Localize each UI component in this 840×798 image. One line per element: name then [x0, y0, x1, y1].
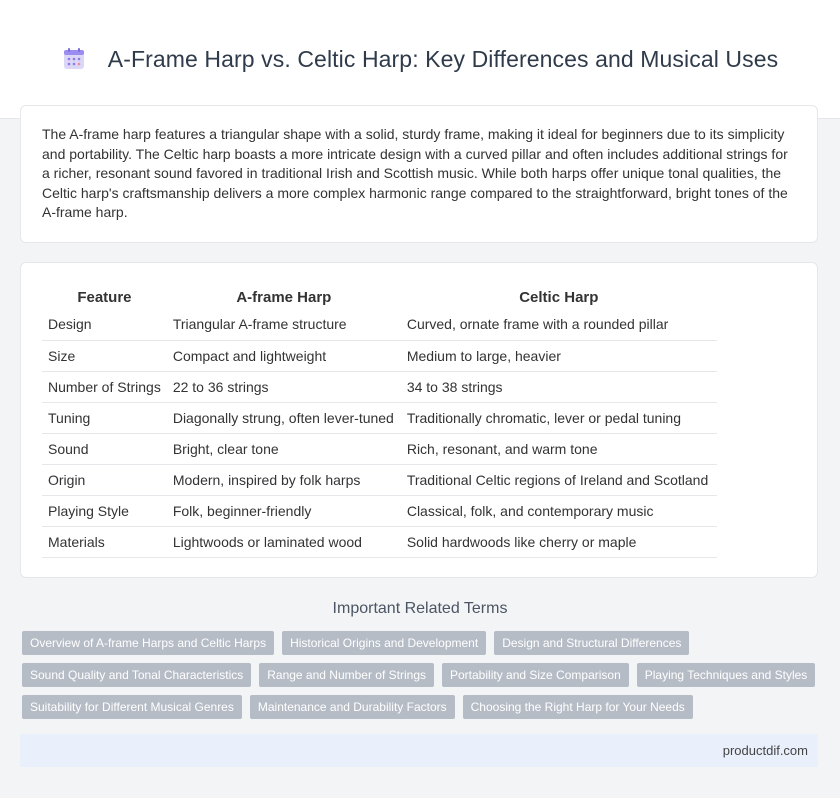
related-terms-row: Overview of A-frame Harps and Celtic Har…: [22, 631, 822, 655]
calendar-icon: [62, 47, 86, 71]
celtic-cell: Classical, folk, and contemporary music: [400, 495, 717, 527]
related-term-tag[interactable]: Design and Structural Differences: [494, 631, 690, 655]
celtic-cell: Solid hardwoods like cherry or maple: [400, 526, 717, 558]
table-row: Sound Bright, clear tone Rich, resonant,…: [42, 433, 717, 465]
related-terms-title: Important Related Terms: [332, 600, 508, 617]
table-row: Origin Modern, inspired by folk harps Tr…: [42, 464, 717, 496]
related-term-tag[interactable]: Portability and Size Comparison: [442, 663, 629, 687]
a-frame-cell: Lightwoods or laminated wood: [166, 526, 401, 558]
celtic-cell: Medium to large, heavier: [400, 340, 717, 372]
celtic-cell: Curved, ornate frame with a rounded pill…: [400, 309, 717, 341]
comparison-card: Feature A-frame Harp Celtic Harp Design …: [20, 262, 818, 578]
feature-cell: Materials: [42, 526, 167, 558]
table-row: Tuning Diagonally strung, often lever-tu…: [42, 402, 717, 434]
comparison-table: Feature A-frame Harp Celtic Harp Design …: [42, 285, 717, 558]
page-title: A-Frame Harp vs. Celtic Harp: Key Differ…: [107, 45, 779, 72]
celtic-cell: 34 to 38 strings: [400, 371, 717, 403]
related-term-tag[interactable]: Choosing the Right Harp for Your Needs: [462, 695, 693, 719]
table-row: Playing Style Folk, beginner-friendly Cl…: [42, 495, 717, 527]
intro-text: The A-frame harp features a triangular s…: [42, 126, 788, 221]
feature-cell: Sound: [42, 433, 167, 465]
column-header-feature: Feature: [77, 288, 132, 306]
celtic-cell: Traditional Celtic regions of Ireland an…: [400, 464, 717, 496]
a-frame-cell: Triangular A-frame structure: [166, 309, 401, 341]
feature-cell: Design: [42, 309, 167, 341]
table-row: Size Compact and lightweight Medium to l…: [42, 340, 717, 372]
column-header-celtic: Celtic Harp: [519, 288, 599, 306]
table-header-row: Feature A-frame Harp Celtic Harp: [42, 285, 717, 309]
intro-card: The A-frame harp features a triangular s…: [20, 105, 818, 243]
feature-cell: Number of Strings: [42, 371, 167, 403]
footer-site-link[interactable]: productdif.com: [723, 743, 808, 758]
feature-cell: Tuning: [42, 402, 167, 434]
related-terms-row: Sound Quality and Tonal Characteristics …: [22, 663, 822, 687]
page-footer: productdif.com: [20, 734, 818, 767]
related-term-tag[interactable]: Sound Quality and Tonal Characteristics: [22, 663, 252, 687]
feature-cell: Size: [42, 340, 167, 372]
related-term-tag[interactable]: Range and Number of Strings: [259, 663, 434, 687]
feature-cell: Playing Style: [42, 495, 167, 527]
related-terms-row: Suitability for Different Musical Genres…: [22, 695, 822, 719]
a-frame-cell: Folk, beginner-friendly: [166, 495, 401, 527]
a-frame-cell: Modern, inspired by folk harps: [166, 464, 401, 496]
related-term-tag[interactable]: Historical Origins and Development: [282, 631, 487, 655]
feature-cell: Origin: [42, 464, 167, 496]
a-frame-cell: 22 to 36 strings: [166, 371, 401, 403]
celtic-cell: Rich, resonant, and warm tone: [400, 433, 717, 465]
related-term-tag[interactable]: Suitability for Different Musical Genres: [22, 695, 242, 719]
table-row: Number of Strings 22 to 36 strings 34 to…: [42, 371, 717, 403]
a-frame-cell: Diagonally strung, often lever-tuned: [166, 402, 401, 434]
table-row: Design Triangular A-frame structure Curv…: [42, 309, 717, 341]
related-term-tag[interactable]: Overview of A-frame Harps and Celtic Har…: [22, 631, 275, 655]
a-frame-cell: Bright, clear tone: [166, 433, 401, 465]
related-term-tag[interactable]: Playing Techniques and Styles: [636, 663, 816, 687]
a-frame-cell: Compact and lightweight: [166, 340, 401, 372]
celtic-cell: Traditionally chromatic, lever or pedal …: [400, 402, 717, 434]
page-header: A-Frame Harp vs. Celtic Harp: Key Differ…: [0, 0, 840, 119]
column-header-a-frame: A-frame Harp: [236, 288, 332, 306]
table-row: Materials Lightwoods or laminated wood S…: [42, 526, 717, 558]
related-terms: Overview of A-frame Harps and Celtic Har…: [22, 631, 822, 727]
related-term-tag[interactable]: Maintenance and Durability Factors: [249, 695, 455, 719]
